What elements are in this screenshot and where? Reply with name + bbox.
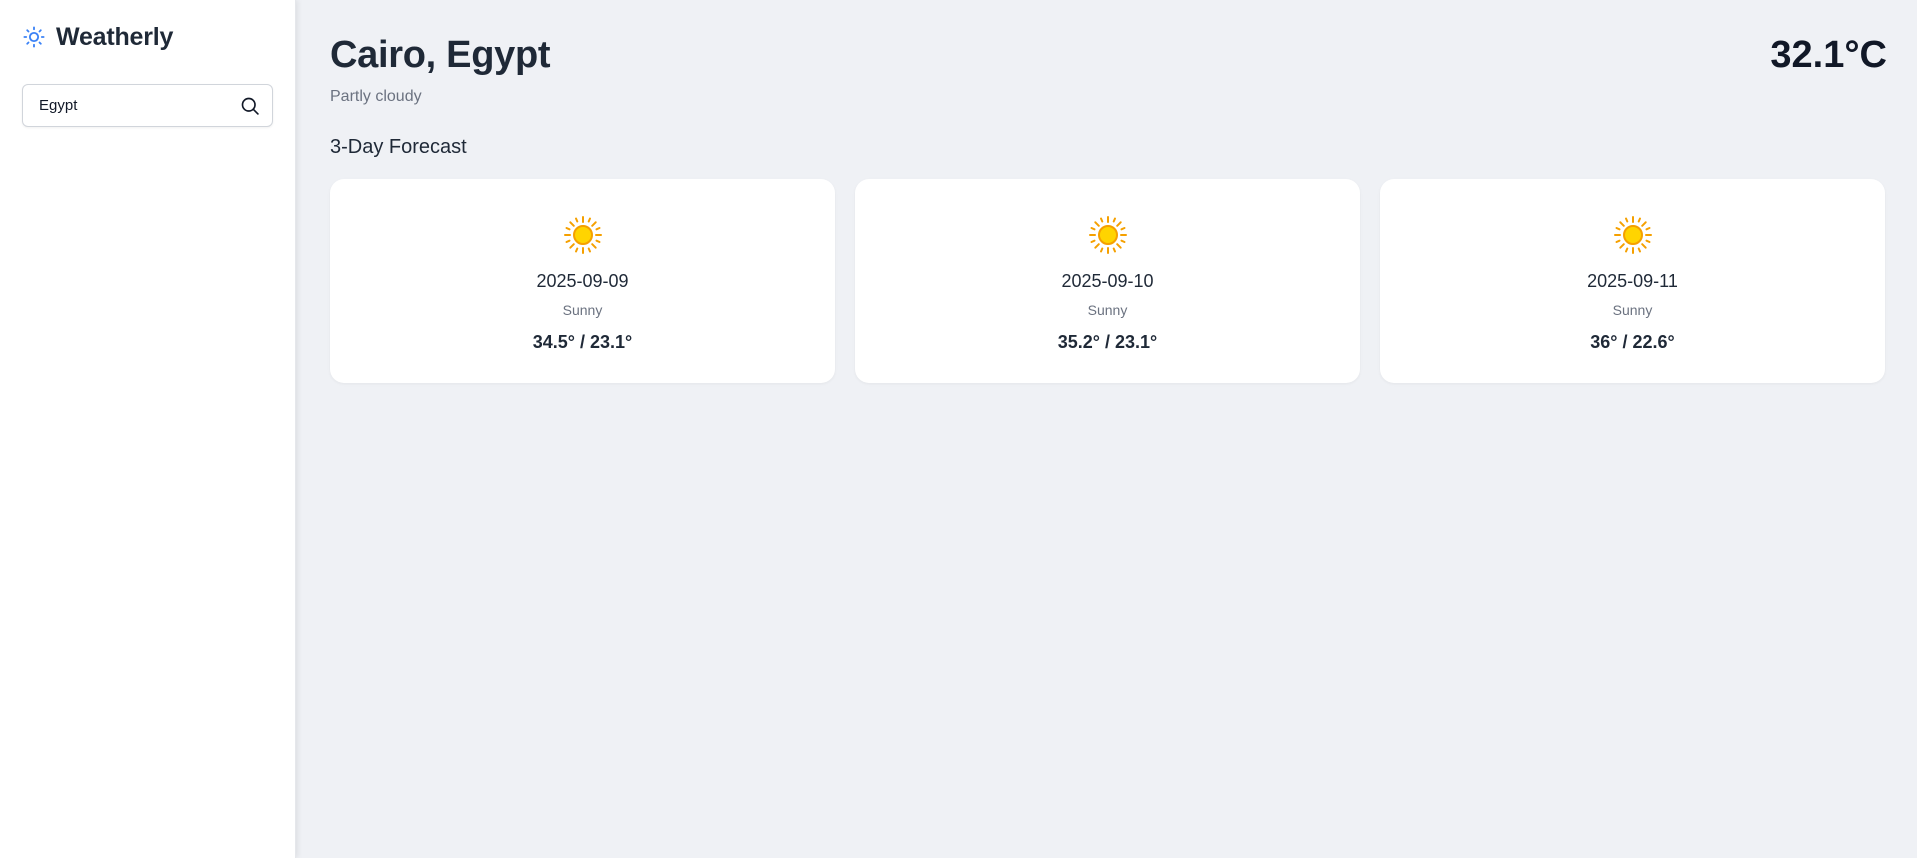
city-title: Cairo, Egypt (330, 34, 551, 76)
forecast-condition: Sunny (1612, 302, 1653, 318)
forecast-condition: Sunny (562, 302, 603, 318)
forecast-card: 2025-09-09 Sunny 34.5° / 23.1° (330, 179, 835, 383)
brand: Weatherly (22, 22, 273, 52)
search-box (22, 84, 273, 127)
forecast-date: 2025-09-09 (536, 271, 629, 291)
current-condition: Partly cloudy (330, 88, 422, 105)
app: Weatherly Cairo, Egypt Partly cloudy 32.… (0, 0, 1917, 858)
main-content: Cairo, Egypt Partly cloudy 32.1°C 3-Day … (296, 0, 1917, 858)
forecast-temp-range: 35.2° / 23.1° (1057, 332, 1158, 352)
current-weather-header: Cairo, Egypt Partly cloudy 32.1°C (330, 30, 1887, 106)
forecast-cards: 2025-09-09 Sunny 34.5° / 23.1° 2025-09-1… (330, 179, 1887, 383)
sun-icon (1613, 215, 1653, 255)
forecast-condition: Sunny (1087, 302, 1128, 318)
sidebar: Weatherly (0, 0, 296, 858)
sun-icon (22, 25, 46, 49)
location-block: Cairo, Egypt Partly cloudy (330, 30, 551, 106)
current-temperature: 32.1°C (1770, 34, 1887, 76)
forecast-date: 2025-09-10 (1061, 271, 1154, 291)
forecast-card: 2025-09-11 Sunny 36° / 22.6° (1380, 179, 1885, 383)
forecast-card: 2025-09-10 Sunny 35.2° / 23.1° (855, 179, 1360, 383)
search-icon[interactable] (238, 93, 262, 119)
sun-icon (1088, 215, 1128, 255)
forecast-title: 3-Day Forecast (330, 136, 467, 158)
forecast-temp-range: 34.5° / 23.1° (532, 332, 633, 352)
sun-icon (563, 215, 603, 255)
search-input[interactable] (39, 85, 238, 126)
forecast-date: 2025-09-11 (1587, 271, 1678, 291)
forecast-temp-range: 36° / 22.6° (1590, 332, 1675, 352)
brand-name: Weatherly (56, 22, 174, 51)
